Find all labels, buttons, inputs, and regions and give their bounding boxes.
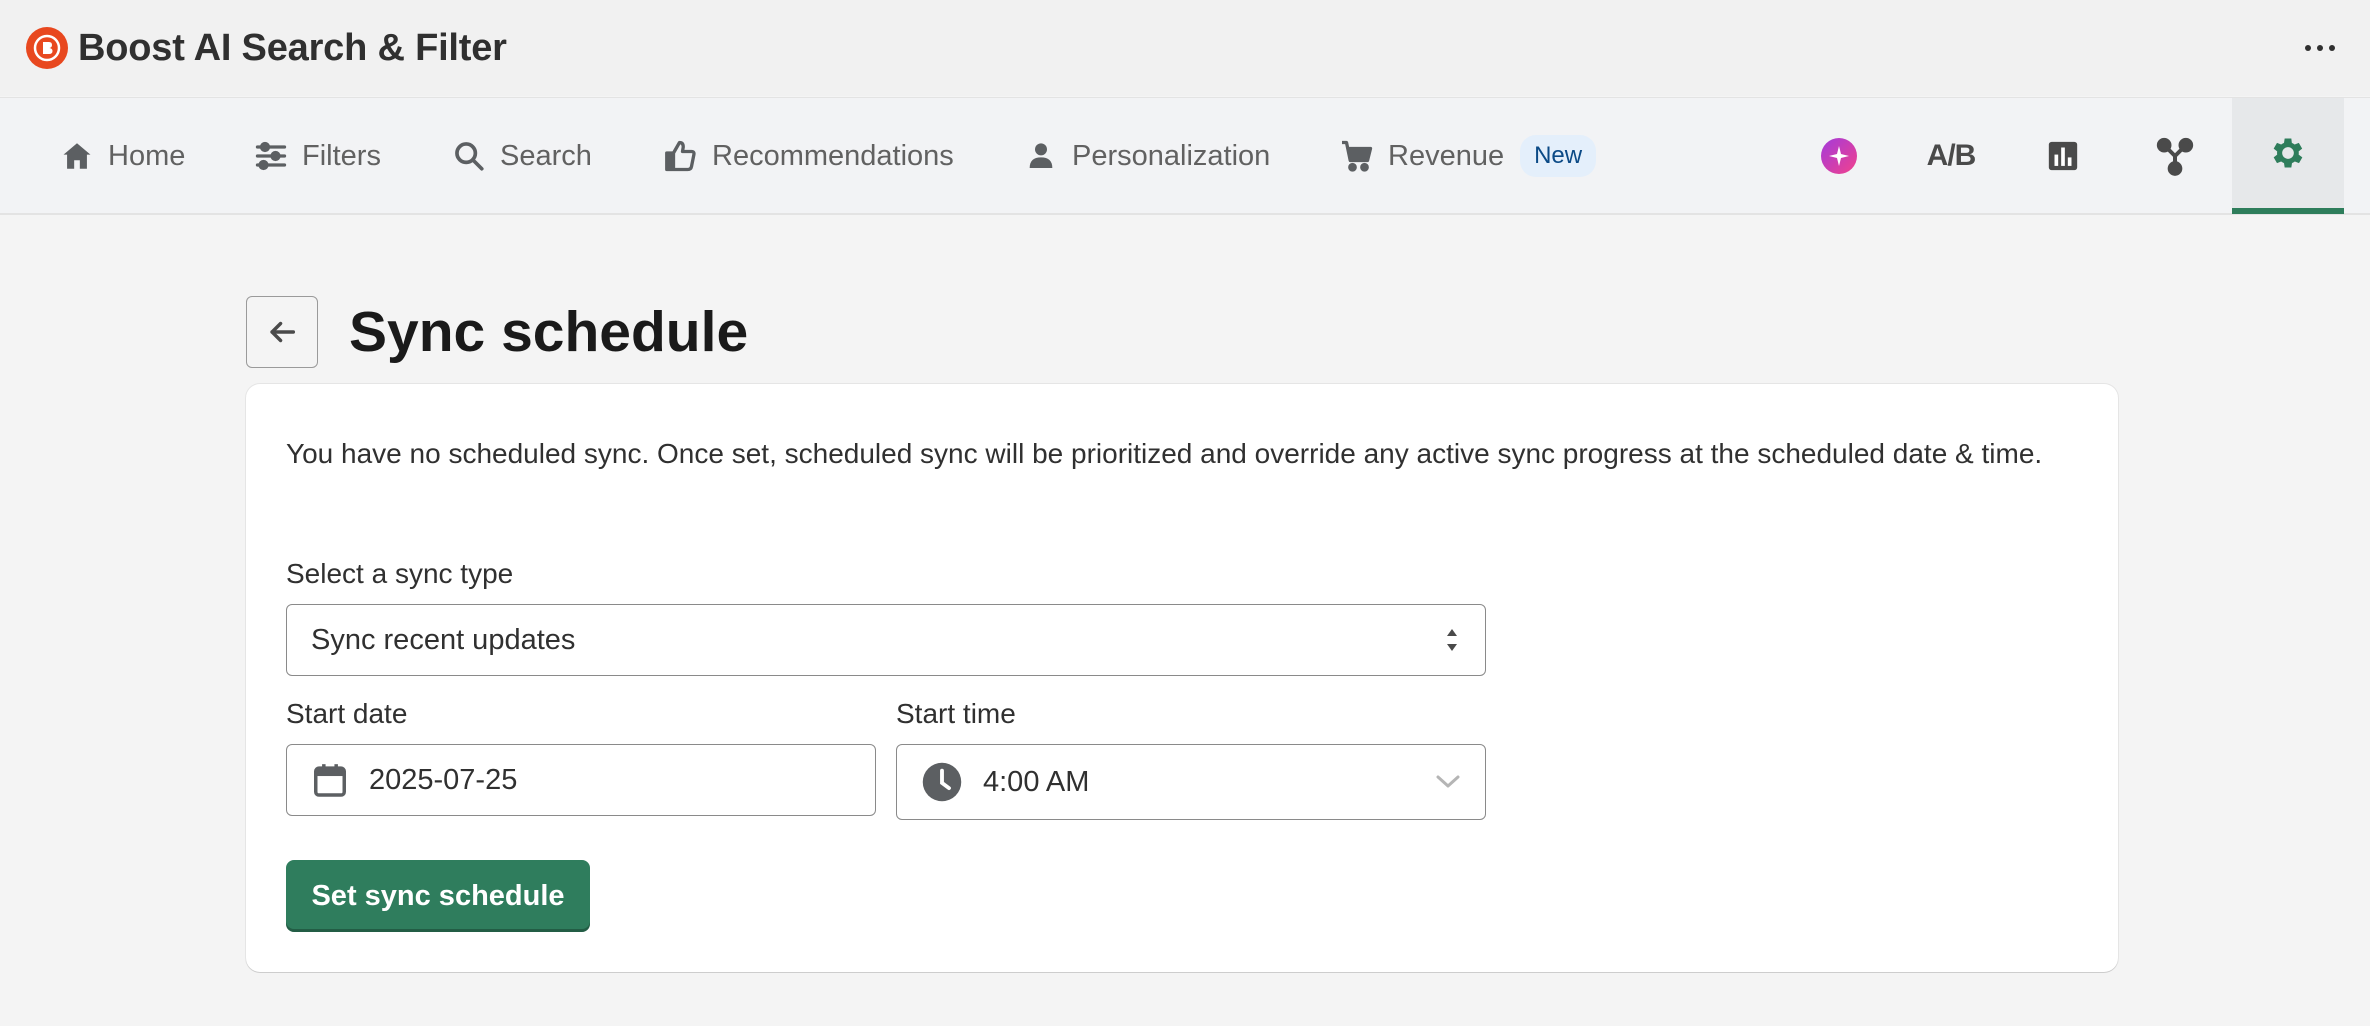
nav-item-filters[interactable]: Filters xyxy=(252,98,381,214)
nav-label-search: Search xyxy=(500,139,592,172)
tab-ab-testing[interactable]: A/B xyxy=(1895,98,2007,214)
home-icon xyxy=(58,137,96,175)
integrations-icon xyxy=(2156,137,2194,176)
arrow-left-icon xyxy=(270,321,296,343)
tab-ai-assistant[interactable] xyxy=(1783,98,1895,214)
boost-logo-icon xyxy=(26,27,68,69)
cart-icon xyxy=(1338,137,1376,175)
start-date-value: 2025-07-25 xyxy=(369,763,518,796)
start-time-value: 4:00 AM xyxy=(983,765,1090,798)
nav-item-home[interactable]: Home xyxy=(58,98,185,214)
search-icon xyxy=(450,137,488,175)
nav-item-search[interactable]: Search xyxy=(450,98,592,214)
person-icon xyxy=(1022,137,1060,175)
sync-schedule-card: You have no scheduled sync. Once set, sc… xyxy=(246,384,2118,972)
start-date-input[interactable]: 2025-07-25 xyxy=(286,744,876,816)
back-button[interactable] xyxy=(246,296,318,368)
ai-sparkle-icon xyxy=(1821,138,1857,174)
nav-label-filters: Filters xyxy=(302,139,381,172)
nav-label-revenue: Revenue xyxy=(1388,139,1505,172)
nav-label-personalization: Personalization xyxy=(1072,139,1271,172)
select-arrows-icon xyxy=(1447,629,1457,651)
tab-analytics[interactable] xyxy=(2007,98,2119,214)
new-badge: New xyxy=(1520,135,1597,177)
nav-item-revenue[interactable]: Revenue New xyxy=(1338,98,1597,214)
nav-label-recommendations: Recommendations xyxy=(712,139,954,172)
sync-type-value: Sync recent updates xyxy=(311,623,576,656)
info-message: You have no scheduled sync. Once set, sc… xyxy=(286,438,2043,469)
gear-icon xyxy=(2273,138,2303,168)
start-time-label: Start time xyxy=(896,698,1016,729)
tab-settings[interactable] xyxy=(2232,98,2344,214)
start-time-select[interactable]: 4:00 AM xyxy=(896,744,1486,820)
sliders-icon xyxy=(252,137,290,175)
start-date-label: Start date xyxy=(286,698,408,729)
calendar-icon xyxy=(314,764,346,797)
nav-label-home: Home xyxy=(108,139,186,172)
app-title-bar: Boost AI Search & Filter xyxy=(0,0,2370,96)
nav-item-personalization[interactable]: Personalization xyxy=(1022,98,1270,214)
sync-type-select[interactable]: Sync recent updates xyxy=(286,604,1486,676)
thumbs-up-icon xyxy=(662,137,700,175)
tab-integrations[interactable] xyxy=(2119,98,2231,214)
nav-item-recommendations[interactable]: Recommendations xyxy=(662,98,954,214)
ab-test-icon: A/B xyxy=(1926,139,1977,172)
clock-icon xyxy=(922,762,962,802)
main-navigation: Home Filters Search Recommendations Pers… xyxy=(0,97,2370,215)
bar-chart-icon xyxy=(2048,141,2078,171)
app-title: Boost AI Search & Filter xyxy=(78,26,507,69)
set-sync-schedule-button[interactable]: Set sync schedule xyxy=(286,860,590,932)
chevron-down-icon xyxy=(1436,775,1460,788)
ellipsis-icon[interactable] xyxy=(2296,24,2344,72)
page-title: Sync schedule xyxy=(349,300,749,364)
sync-type-label: Select a sync type xyxy=(286,558,514,589)
